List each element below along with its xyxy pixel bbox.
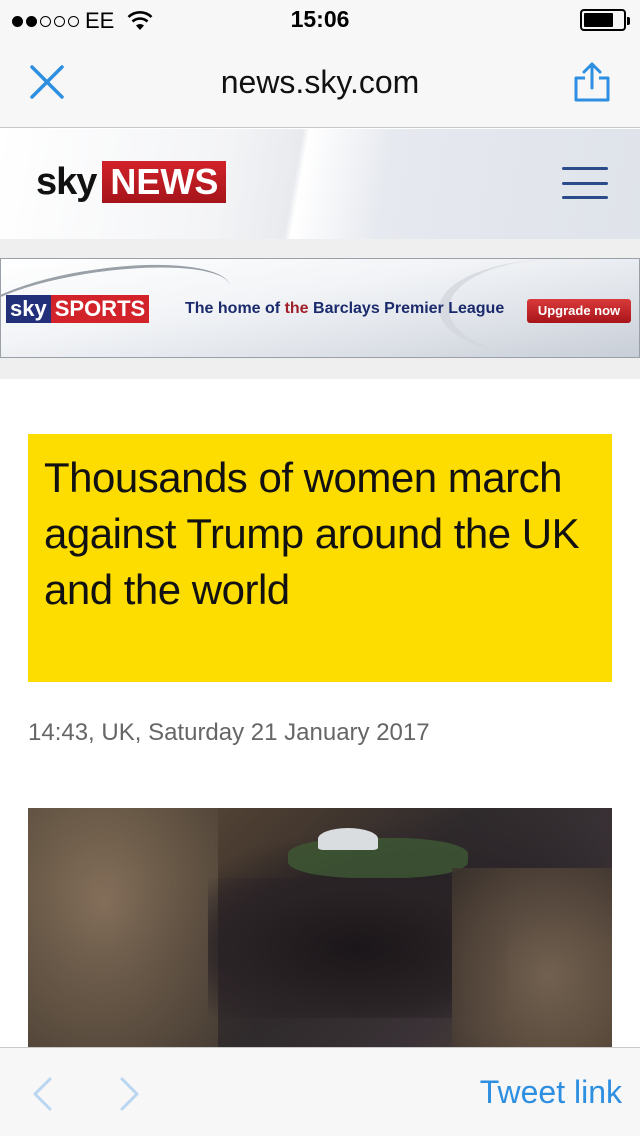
- logo-sky-text: sky: [36, 160, 97, 203]
- battery-icon: [580, 9, 630, 31]
- url-label: news.sky.com: [220, 64, 420, 100]
- status-bar: EE 15:06: [0, 0, 640, 40]
- article-photo[interactable]: [28, 808, 612, 1047]
- headline-box: Thousands of women march against Trump a…: [28, 434, 612, 682]
- ad-tagline: The home of the Barclays Premier League: [185, 300, 504, 318]
- chevron-right-icon[interactable]: [118, 1076, 142, 1112]
- article-headline: Thousands of women march against Trump a…: [44, 454, 580, 613]
- bottom-toolbar: Tweet link: [0, 1047, 640, 1136]
- ad-logo-sports: SPORTS: [50, 295, 150, 323]
- upgrade-now-button[interactable]: Upgrade now: [527, 299, 631, 323]
- status-time: 15:06: [290, 6, 350, 32]
- logo-news-text: NEWS: [102, 161, 227, 203]
- sky-sports-logo: sky SPORTS: [6, 295, 150, 323]
- ad-text-prefix: The home of: [185, 300, 285, 317]
- tweet-link-button[interactable]: Tweet link: [480, 1074, 622, 1111]
- ad-banner[interactable]: sky SPORTS The home of the Barclays Prem…: [0, 258, 640, 358]
- ad-text-the: the: [284, 300, 309, 317]
- ad-logo-sky: sky: [6, 295, 51, 323]
- site-header: sky NEWS: [0, 129, 640, 239]
- article-timestamp: 14:43, UK, Saturday 21 January 2017: [28, 719, 430, 746]
- browser-toolbar: news.sky.com: [0, 40, 640, 128]
- ad-text-suffix: Barclays Premier League: [308, 300, 505, 317]
- share-icon[interactable]: [572, 60, 612, 104]
- chevron-left-icon[interactable]: [30, 1076, 54, 1112]
- hamburger-menu-icon[interactable]: [562, 167, 608, 199]
- sky-news-logo[interactable]: sky NEWS: [36, 160, 227, 203]
- article: Thousands of women march against Trump a…: [0, 379, 640, 1047]
